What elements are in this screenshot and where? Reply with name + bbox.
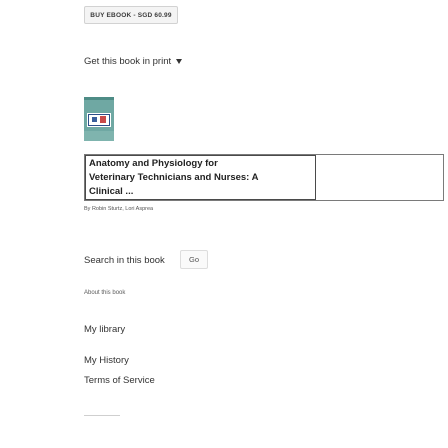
get-print-label: Get this book in print [84, 56, 172, 67]
search-in-book-label: Search in this book [84, 255, 165, 266]
terms-of-service-link[interactable]: Terms of Service [84, 375, 155, 386]
go-button[interactable]: Go [180, 250, 208, 269]
book-title[interactable]: Anatomy and Physiology for Veterinary Te… [85, 155, 316, 200]
my-history-link[interactable]: My History [84, 355, 129, 366]
about-this-book-link[interactable]: About this book [84, 290, 125, 296]
book-title-box[interactable]: Anatomy and Physiology for Veterinary Te… [84, 154, 444, 201]
get-print-link[interactable]: Get this book in print [84, 56, 183, 67]
my-library-link[interactable]: My library [84, 324, 125, 335]
book-title-line: Anatomy and Physiology for [89, 158, 218, 169]
book-title-line: Clinical ... [89, 186, 134, 197]
divider [84, 415, 120, 416]
buy-ebook-button[interactable]: BUY EBOOK - SGD 60.99 [84, 6, 178, 24]
dropdown-caret-icon [176, 59, 183, 64]
book-title-line: Veterinary Technicians and Nurses: A [89, 172, 259, 183]
book-authors: By Robin Sturtz, Lori Asprea [84, 206, 154, 212]
book-cover-image[interactable] [84, 97, 114, 141]
book-sidebar: BUY EBOOK - SGD 60.99 Get this book in p… [0, 0, 448, 448]
